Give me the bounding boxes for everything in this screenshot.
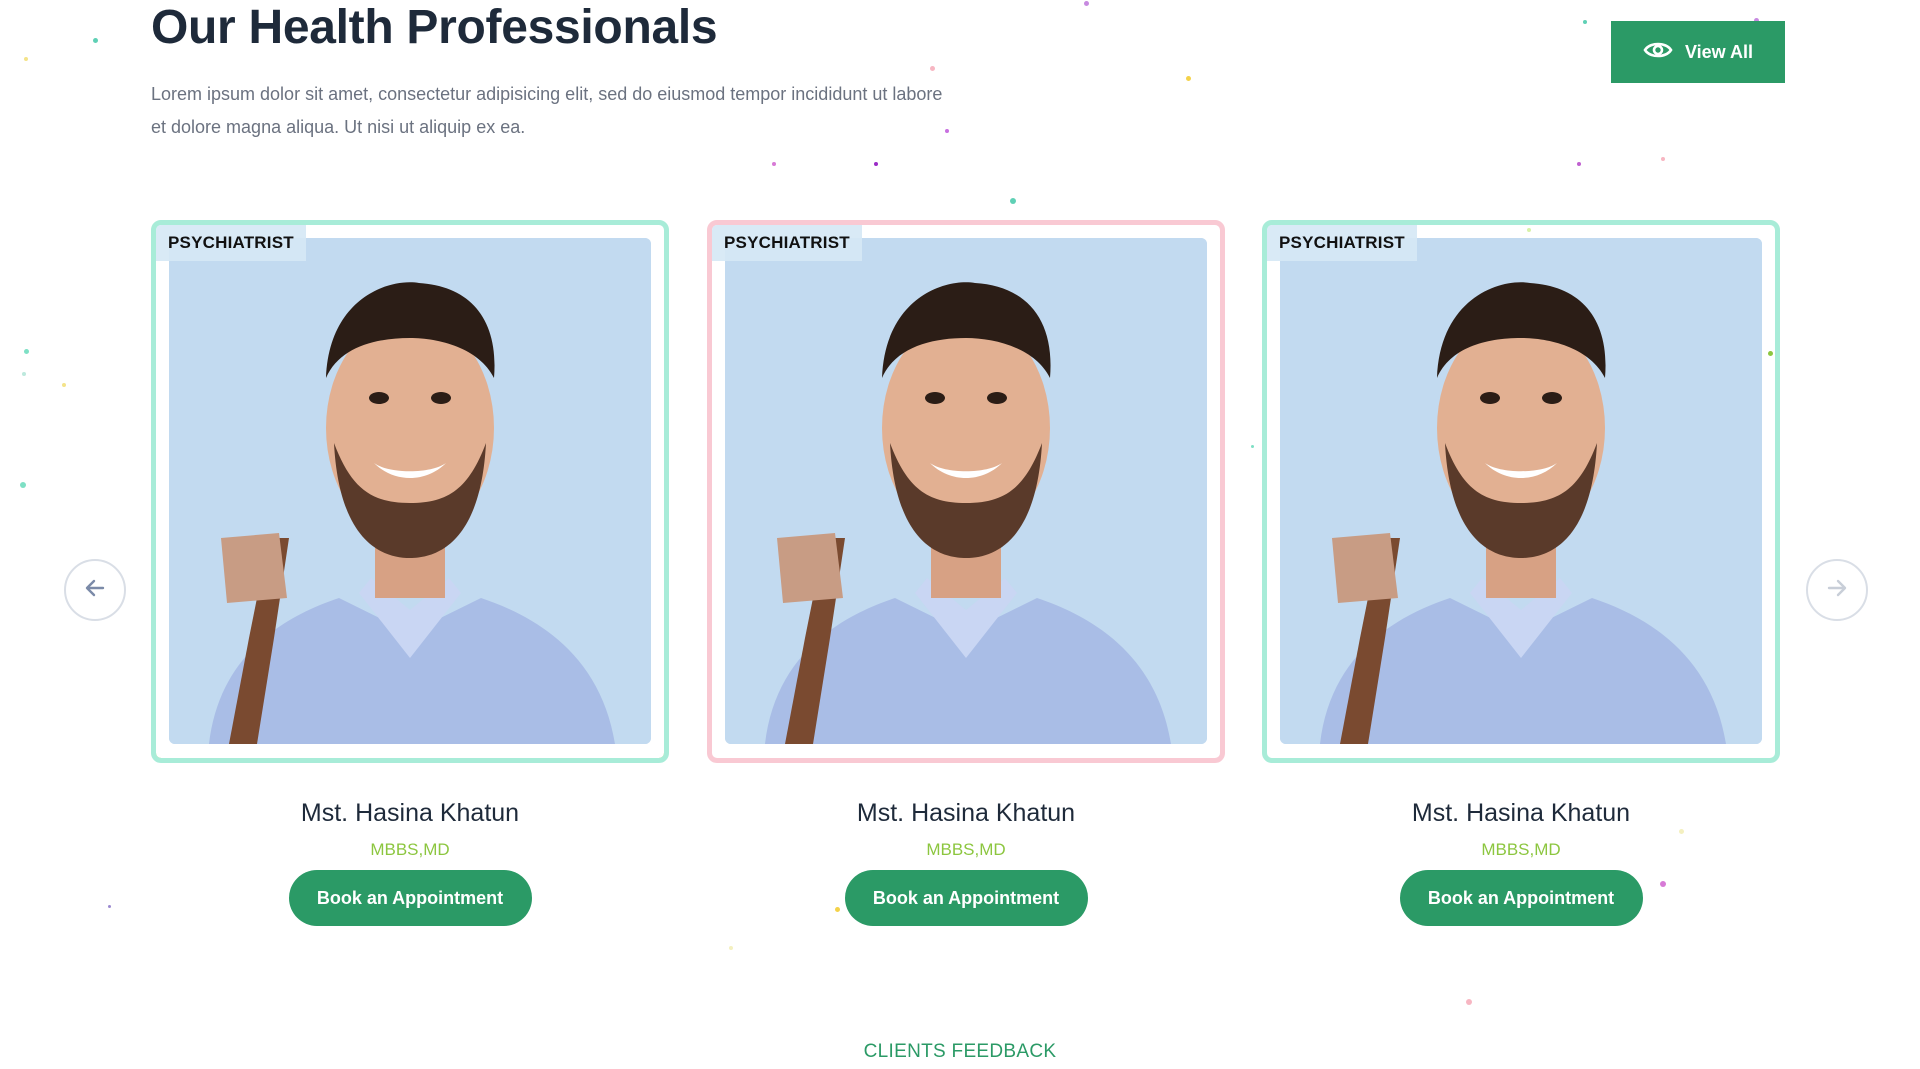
- doctor-card: PSYCHIATRIST Mst. Hasina Khatun MBBS,MD …: [1262, 220, 1780, 926]
- specialty-badge: PSYCHIATRIST: [712, 225, 862, 261]
- eye-icon: [1643, 39, 1673, 66]
- book-appointment-button[interactable]: Book an Appointment: [844, 870, 1088, 926]
- view-all-label: View All: [1684, 41, 1754, 62]
- clients-feedback-label: CLIENTS FEEDBACK: [863, 1041, 1057, 1062]
- view-all-button[interactable]: View All: [1611, 21, 1785, 83]
- doctor-card-frame: PSYCHIATRIST: [151, 220, 669, 763]
- doctor-photo: [169, 238, 651, 744]
- arrow-right-icon: [1826, 577, 1848, 604]
- doctor-card-frame: PSYCHIATRIST: [1262, 220, 1780, 763]
- section-title: Our Health Professionals: [151, 1, 718, 54]
- carousel-next-button[interactable]: [1806, 559, 1868, 621]
- doctor-card: PSYCHIATRIST Mst. Hasina Khatun MBBS,MD …: [151, 220, 669, 926]
- doctor-name: Mst. Hasina Khatun: [856, 799, 1076, 827]
- doctor-degree: MBBS,MD: [926, 840, 1006, 859]
- carousel-prev-button[interactable]: [64, 559, 126, 621]
- doctor-card: PSYCHIATRIST Mst. Hasina Khatun MBBS,MD …: [707, 220, 1225, 926]
- arrow-left-icon: [84, 577, 106, 604]
- book-appointment-button[interactable]: Book an Appointment: [288, 870, 532, 926]
- specialty-badge: PSYCHIATRIST: [1267, 225, 1417, 261]
- doctor-name: Mst. Hasina Khatun: [1411, 799, 1631, 827]
- doctor-photo: [1280, 238, 1762, 744]
- doctor-photo: [725, 238, 1207, 744]
- book-appointment-button[interactable]: Book an Appointment: [1399, 870, 1643, 926]
- doctor-card-frame: PSYCHIATRIST: [707, 220, 1225, 763]
- doctor-degree: MBBS,MD: [370, 840, 450, 859]
- doctor-name: Mst. Hasina Khatun: [300, 799, 520, 827]
- health-professionals-section: Our Health Professionals Lorem ipsum dol…: [0, 0, 1920, 1069]
- specialty-badge: PSYCHIATRIST: [156, 225, 306, 261]
- doctor-degree: MBBS,MD: [1481, 840, 1561, 859]
- section-description: Lorem ipsum dolor sit amet, consectetur …: [151, 84, 943, 137]
